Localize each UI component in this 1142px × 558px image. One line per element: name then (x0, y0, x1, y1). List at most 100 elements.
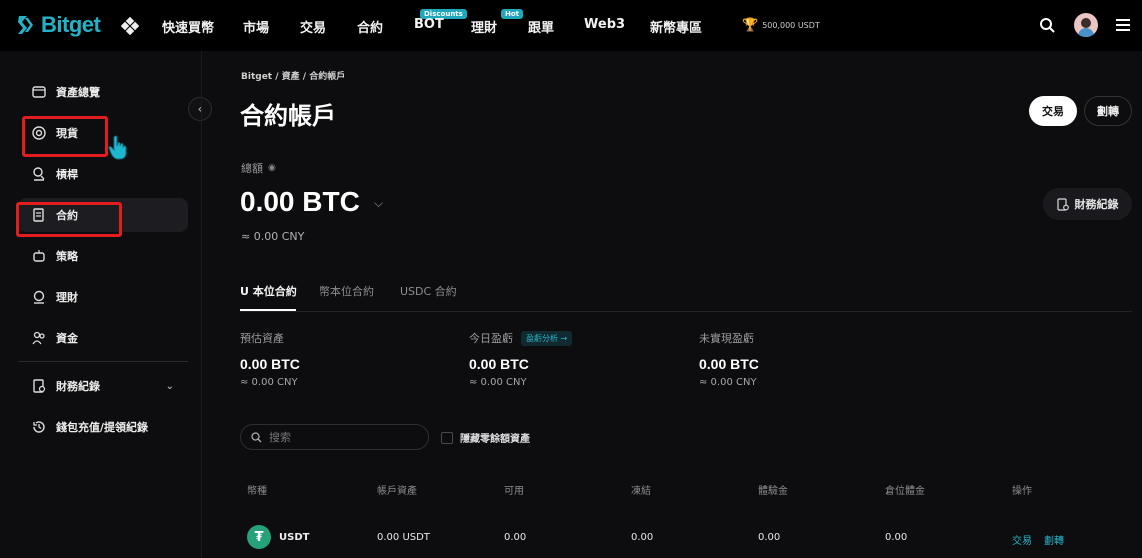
cell-account: 0.00 USDT (377, 532, 430, 543)
stat-label: 今日盈虧 (469, 332, 513, 345)
leverage-icon (33, 167, 45, 181)
history-icon (33, 421, 45, 433)
prize-amount: 500,000 USDT (762, 21, 820, 30)
table-row-coin: ₮ USDT (247, 525, 309, 549)
total-label-row: 總額 ◉ (241, 160, 276, 176)
bitget-logo-icon (18, 16, 33, 34)
sidebar-divider (18, 361, 188, 362)
records-icon (1056, 197, 1069, 211)
prize-pool[interactable]: 🏆 500,000 USDT (742, 18, 820, 33)
stat-cny: ≈ 0.00 CNY (699, 377, 757, 388)
sidebar-item-label: 策略 (56, 250, 78, 263)
sidebar-item-label: 理財 (56, 291, 78, 304)
sidebar-item-label: 資金 (56, 332, 78, 345)
avatar[interactable] (1074, 13, 1098, 37)
stat-today-pnl: 今日盈虧 盈虧分析 → 0.00 BTC ≈ 0.00 CNY (469, 330, 573, 388)
menu-icon[interactable] (1116, 18, 1130, 32)
table-header-account: 帳戶資產 (377, 486, 417, 497)
tab-coin-m-futures[interactable]: 幣本位合約 (319, 283, 374, 299)
wallet-icon (32, 86, 46, 98)
cell-available: 0.00 (504, 532, 527, 543)
stat-label: 未實現盈虧 (699, 332, 754, 345)
nav-markets[interactable]: 市場 (243, 17, 269, 36)
nav-new-listings[interactable]: 新幣專區 (650, 17, 702, 36)
robot-icon (33, 250, 45, 262)
sidebar-item-strategy[interactable]: 策略 (18, 239, 188, 273)
top-navbar: Bitget 快速買幣 市場 交易 合約 Discounts BOT 理財 Ho… (0, 0, 1142, 51)
sidebar-item-margin[interactable]: 槓桿 (18, 157, 188, 191)
nav-copy-trading[interactable]: 跟單 (528, 17, 554, 36)
search-icon (251, 431, 262, 442)
bitget-logo[interactable]: Bitget (16, 12, 101, 38)
highlight-box-futures (16, 202, 122, 237)
sidebar-item-records[interactable]: 財務紀錄 ⌄ (18, 369, 188, 403)
sidebar-item-funds[interactable]: 資金 (18, 321, 188, 355)
financial-records-label: 財務紀錄 (1074, 198, 1119, 211)
financial-records-button[interactable]: 財務紀錄 (1043, 188, 1132, 220)
table-header-position-bonus: 倉位體金 (885, 486, 925, 497)
stat-estimated-assets: 預估資產 0.00 BTC ≈ 0.00 CNY (240, 330, 300, 388)
row-trade-link[interactable]: 交易 (1012, 532, 1032, 547)
sidebar-item-label: 資產總覽 (56, 86, 100, 99)
sidebar-item-overview[interactable]: 資產總覽 (18, 75, 188, 109)
nav-bot[interactable]: BOT (414, 17, 444, 32)
cell-frozen: 0.00 (631, 532, 654, 543)
pnl-analysis-link[interactable]: 盈虧分析 → (521, 330, 573, 346)
users-icon (32, 331, 45, 345)
total-balance: 0.00 BTC (240, 186, 360, 217)
tab-usdc-futures[interactable]: USDC 合約 (400, 283, 457, 299)
cell-bonus: 0.00 (758, 532, 781, 543)
row-transfer-link[interactable]: 劃轉 (1044, 532, 1064, 547)
eye-icon[interactable]: ◉ (268, 163, 276, 173)
search-input[interactable]: 搜索 (240, 424, 429, 450)
sidebar-item-label: 槓桿 (56, 168, 78, 181)
total-label: 總額 (241, 162, 263, 175)
nav-web3[interactable]: Web3 (584, 17, 625, 32)
highlight-box-spot (22, 116, 108, 157)
sidebar-item-label: 財務紀錄 (56, 380, 100, 393)
usdt-icon: ₮ (247, 525, 271, 549)
stat-cny: ≈ 0.00 CNY (469, 377, 527, 388)
nav-futures[interactable]: 合約 (357, 17, 383, 36)
table-header-frozen: 凍結 (631, 486, 651, 497)
trophy-icon: 🏆 (742, 18, 759, 33)
stat-value: 0.00 BTC (699, 356, 759, 372)
hide-zero-checkbox[interactable] (441, 431, 453, 444)
nav-earn[interactable]: 理財 (471, 17, 497, 36)
chevron-down-icon: ⌄ (165, 380, 174, 392)
stat-unrealized-pnl: 未實現盈虧 0.00 BTC ≈ 0.00 CNY (699, 330, 759, 388)
finance-icon (33, 290, 45, 304)
nav-copy-badge: Hot (501, 9, 524, 19)
currency-dropdown-icon[interactable]: ⌵ (374, 196, 383, 211)
sidebar-item-wallet-history[interactable]: 錢包充值/提領紀錄 (18, 410, 188, 444)
table-header-coin: 幣種 (247, 486, 267, 497)
table-header-actions: 操作 (1012, 486, 1032, 497)
breadcrumb[interactable]: Bitget / 資產 / 合約帳戶 (241, 69, 345, 82)
hide-zero-label: 隱藏零餘額資產 (460, 434, 530, 445)
search-icon[interactable] (1039, 17, 1056, 34)
tab-usdt-m-futures[interactable]: U 本位合約 (240, 283, 297, 299)
stat-label: 預估資產 (240, 332, 284, 345)
cell-position-bonus: 0.00 (885, 532, 908, 543)
tabs-divider (240, 311, 1132, 312)
sidebar-item-earn[interactable]: 理財 (18, 280, 188, 314)
records-icon (33, 379, 46, 393)
stat-cny: ≈ 0.00 CNY (240, 377, 298, 388)
coin-name: USDT (279, 531, 310, 543)
search-placeholder: 搜索 (269, 431, 291, 444)
page-title: 合約帳戶 (240, 102, 336, 130)
hand-cursor-icon (108, 135, 127, 160)
sidebar-collapse-button[interactable]: ‹ (188, 97, 212, 121)
brand-name: Bitget (41, 12, 101, 37)
transfer-button[interactable]: 劃轉 (1084, 96, 1132, 126)
sidebar-item-label: 錢包充值/提領紀錄 (56, 421, 149, 434)
stat-value: 0.00 BTC (240, 356, 300, 372)
table-header-bonus: 體驗金 (758, 486, 788, 497)
apps-grid-icon[interactable] (121, 17, 139, 35)
nav-trade[interactable]: 交易 (300, 17, 326, 36)
nav-quick-buy[interactable]: 快速買幣 (162, 17, 214, 36)
table-header-available: 可用 (504, 486, 524, 497)
trade-button[interactable]: 交易 (1029, 96, 1077, 126)
stat-value: 0.00 BTC (469, 356, 529, 372)
hide-zero-balance-toggle[interactable]: 隱藏零餘額資產 (441, 430, 530, 445)
